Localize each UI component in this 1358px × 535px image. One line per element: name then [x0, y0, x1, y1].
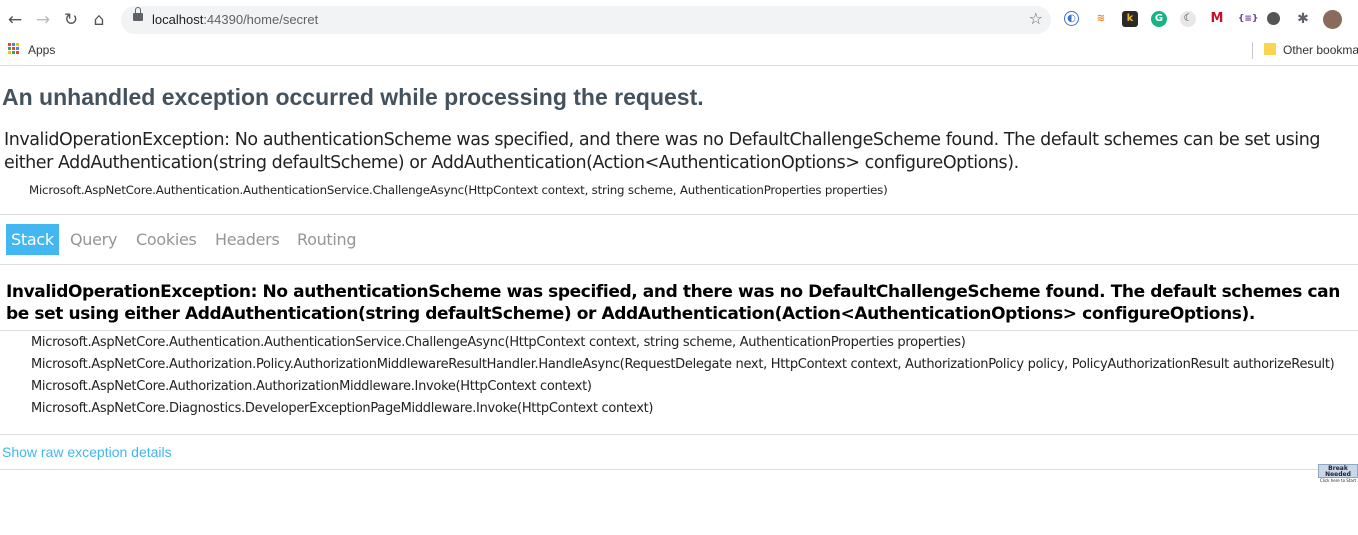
- ext-blue-icon[interactable]: ◐: [1064, 11, 1079, 26]
- show-raw-exception-link[interactable]: Show raw exception details: [2, 444, 172, 460]
- badge-title: Break Needed: [1325, 465, 1351, 478]
- divider: [0, 214, 1358, 215]
- stack-frame[interactable]: Microsoft.AspNetCore.Authorization.Polic…: [31, 357, 1335, 372]
- dark-reader-icon[interactable]: ☾: [1180, 11, 1196, 27]
- apps-grid-icon[interactable]: [8, 43, 20, 55]
- stack-error-heading: InvalidOperationException: No authentica…: [6, 282, 1340, 324]
- home-icon[interactable]: ⌂: [88, 9, 110, 31]
- tab-cookies[interactable]: Cookies: [136, 224, 197, 255]
- k-icon[interactable]: k: [1122, 11, 1138, 27]
- bookmark-star-icon[interactable]: ☆: [1029, 9, 1043, 28]
- page-title: An unhandled exception occurred while pr…: [2, 84, 704, 110]
- folder-icon[interactable]: [1264, 43, 1276, 55]
- stack-frame[interactable]: Microsoft.AspNetCore.Diagnostics.Develop…: [31, 401, 653, 416]
- back-icon[interactable]: ←: [4, 9, 26, 31]
- bookmarks-separator: [1252, 42, 1253, 59]
- tab-query[interactable]: Query: [70, 224, 117, 255]
- other-bookmarks-link[interactable]: Other bookmarks: [1283, 43, 1358, 57]
- divider: [0, 330, 1358, 331]
- avatar[interactable]: [1323, 10, 1342, 29]
- puzzle-icon[interactable]: ✱: [1295, 11, 1311, 27]
- browser-toolbar: ← → ↻ ⌂ localhost:44390/home/secret ☆ ◐ …: [0, 0, 1358, 40]
- stack-frame[interactable]: Microsoft.AspNetCore.Authorization.Autho…: [31, 379, 592, 394]
- divider: [0, 434, 1358, 435]
- circle-icon[interactable]: [1267, 12, 1280, 25]
- stack-frame[interactable]: Microsoft.AspNetCore.Authentication.Auth…: [31, 335, 966, 350]
- bookmarks-bar: Apps Other bookmarks: [0, 40, 1358, 66]
- divider: [0, 264, 1358, 265]
- mcafee-icon[interactable]: M: [1209, 11, 1225, 27]
- error-message: InvalidOperationException: No authentica…: [4, 130, 1321, 173]
- ext-orange-icon[interactable]: ≋: [1093, 11, 1109, 27]
- tab-headers[interactable]: Headers: [215, 224, 280, 255]
- tab-routing[interactable]: Routing: [297, 224, 357, 255]
- tab-stack[interactable]: Stack: [6, 224, 59, 255]
- divider: [0, 469, 1358, 470]
- break-needed-badge[interactable]: Break Needed Click here to Start: [1318, 464, 1358, 483]
- grammarly-icon[interactable]: G: [1151, 11, 1167, 27]
- json-icon[interactable]: {≡}: [1238, 11, 1258, 27]
- url-text[interactable]: localhost:44390/home/secret: [152, 12, 318, 27]
- address-bar[interactable]: localhost:44390/home/secret ☆: [121, 6, 1051, 34]
- badge-subtitle: Click here to Start: [1319, 478, 1357, 483]
- reload-icon[interactable]: ↻: [60, 9, 82, 31]
- forward-icon[interactable]: →: [32, 9, 54, 31]
- lock-icon[interactable]: [133, 7, 143, 21]
- error-location: Microsoft.AspNetCore.Authentication.Auth…: [29, 183, 888, 197]
- apps-link[interactable]: Apps: [28, 43, 55, 57]
